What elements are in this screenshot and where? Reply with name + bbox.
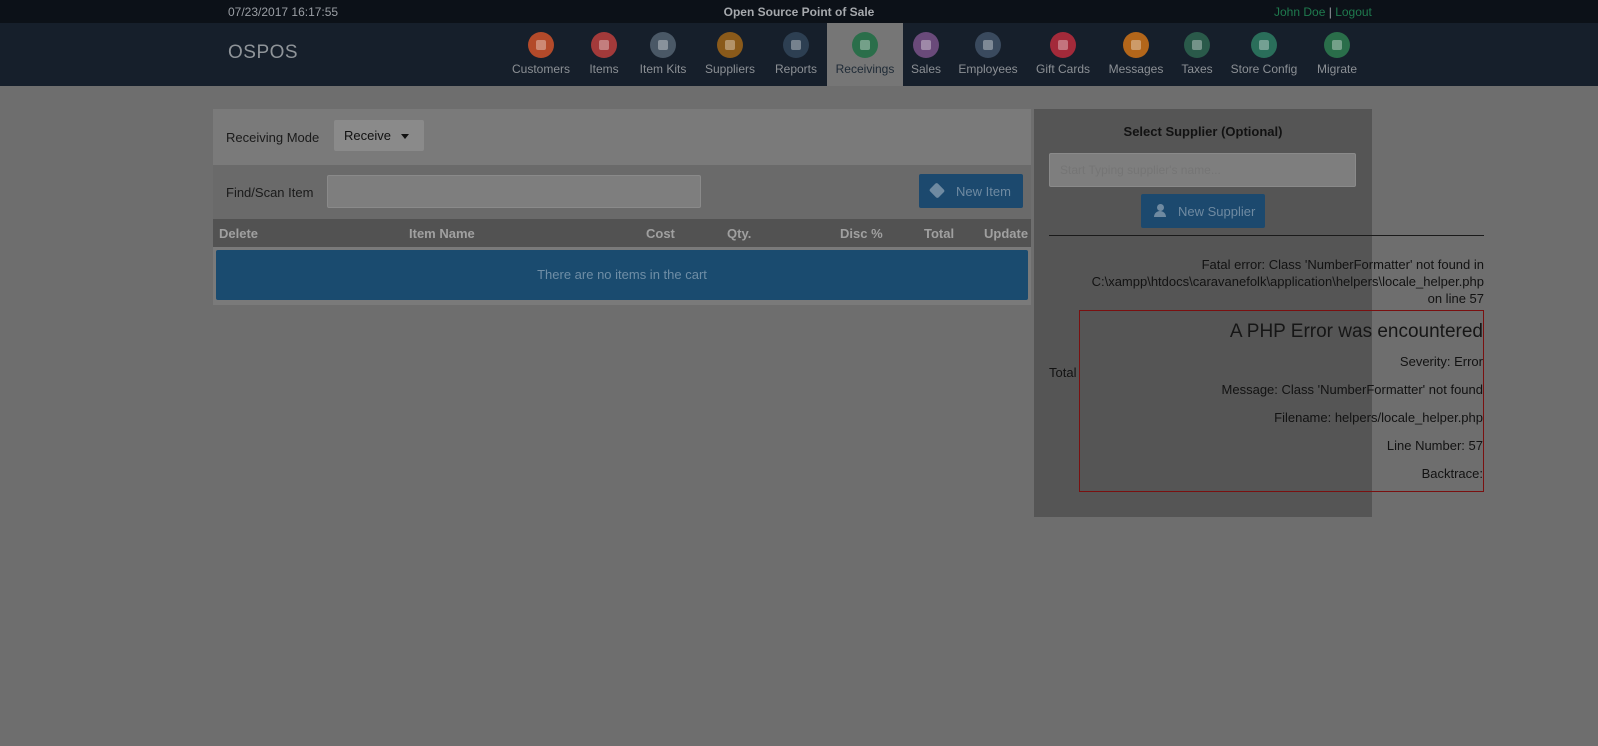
column-header: Disc % [840,226,883,241]
user-area: John Doe | Logout [1274,5,1372,19]
user-icon [1154,204,1166,217]
messages-icon [1123,32,1149,58]
column-header: Item Name [409,226,475,241]
receiving-mode-row: Receiving Mode Receive [213,109,1031,163]
logout-link[interactable]: Logout [1335,5,1372,19]
sales-icon [913,32,939,58]
column-header: Qty. [727,226,752,241]
receiving-panel: Receiving Mode Receive Find/Scan Item Ne… [213,109,1031,305]
column-header: Update [984,226,1029,241]
receiving-mode-select[interactable]: Receive [334,120,424,151]
nav-store-config-label: Store Config [1230,62,1298,76]
php-error-filename: Filename: helpers/locale_helper.php [1274,410,1483,425]
php-error-severity: Severity: Error [1399,354,1483,369]
nav-customers[interactable]: Customers [506,23,576,86]
top-bar: 07/23/2017 16:17:55 Open Source Point of… [0,0,1598,23]
caret-down-icon [401,134,409,139]
fatal-error-line: Fatal error: Class 'NumberFormatter' not… [1201,257,1484,272]
nav-taxes[interactable]: Taxes [1176,23,1218,86]
brand-logo[interactable]: OSPOS [228,42,298,64]
nav-items[interactable]: Items [584,23,624,86]
nav-employees-label: Employees [958,62,1018,76]
user-separator: | [1328,5,1332,19]
column-header: Cost [646,226,675,241]
receiving-mode-label: Receiving Mode [226,130,320,145]
nav-item-kits-label: Item Kits [639,62,687,76]
nav-reports[interactable]: Reports [768,23,824,86]
nav-suppliers[interactable]: Suppliers [700,23,760,86]
cart-table-header: Delete Item Name Cost Qty. Disc % Total … [213,219,1031,247]
fatal-error-path: C:\xampp\htdocs\caravanefolk\application… [1091,274,1484,289]
nav-taxes-label: Taxes [1181,62,1213,76]
nav-gift-cards-label: Gift Cards [1035,62,1090,76]
fatal-error-text: Fatal error: Class 'NumberFormatter' not… [1079,256,1484,307]
php-error-heading: A PHP Error was encountered [1229,321,1483,342]
supplier-panel: Select Supplier (Optional) New Supplier … [1034,109,1484,517]
tag-icon [928,182,946,199]
nav-migrate-label: Migrate [1316,62,1357,76]
new-item-button[interactable]: New Item [919,174,1023,208]
php-error-line-number: Line Number: 57 [1386,438,1483,453]
php-error-message: Message: Class 'NumberFormatter' not fou… [1221,382,1483,397]
find-scan-input[interactable] [327,175,701,208]
item-kits-icon [650,32,676,58]
total-label: Total [1049,365,1077,380]
nav-reports-label: Reports [774,62,818,76]
nav-suppliers-label: Suppliers [704,62,756,76]
gift-cards-icon [1050,32,1076,58]
main-navbar: OSPOS Customers Items Item Kits Supplier… [0,23,1598,86]
nav-employees[interactable]: Employees [954,23,1022,86]
nav-receivings-label: Receivings [835,62,895,76]
divider [1049,235,1484,236]
nav-items-label: Items [589,62,619,76]
php-error-box: A PHP Error was encountered Severity: Er… [1079,310,1484,492]
user-name-link[interactable]: John Doe [1274,5,1325,19]
nav-sales-label: Sales [910,62,942,76]
column-header: Total [924,226,955,241]
nav-sales[interactable]: Sales [906,23,946,86]
reports-icon [783,32,809,58]
find-scan-row: Find/Scan Item New Item [213,165,1031,219]
taxes-icon [1184,32,1210,58]
fatal-error-line-number: on line 57 [1427,291,1484,306]
receiving-mode-value: Receive [344,128,391,143]
receivings-icon [852,32,878,58]
select-supplier-title: Select Supplier (Optional) [1123,124,1283,139]
store-config-icon [1251,32,1277,58]
new-supplier-button[interactable]: New Supplier [1141,194,1265,228]
suppliers-icon [717,32,743,58]
migrate-icon [1324,32,1350,58]
nav-messages-label: Messages [1108,62,1164,76]
php-error-backtrace: Backtrace: [1421,466,1483,481]
nav-store-config[interactable]: Store Config [1226,23,1302,86]
nav-receivings[interactable]: Receivings [827,23,903,86]
supplier-search-input[interactable] [1049,153,1356,187]
nav-messages[interactable]: Messages [1104,23,1168,86]
new-supplier-label: New Supplier [1178,204,1256,219]
new-item-label: New Item [956,184,1011,199]
customers-icon [528,32,554,58]
nav-item-kits[interactable]: Item Kits [634,23,692,86]
empty-cart-message: There are no items in the cart [216,250,1028,300]
find-scan-label: Find/Scan Item [226,185,314,200]
column-header: Delete [219,226,259,241]
items-icon [591,32,617,58]
employees-icon [975,32,1001,58]
nav-customers-label: Customers [511,62,570,76]
nav-migrate[interactable]: Migrate [1310,23,1364,86]
nav-gift-cards[interactable]: Gift Cards [1030,23,1096,86]
